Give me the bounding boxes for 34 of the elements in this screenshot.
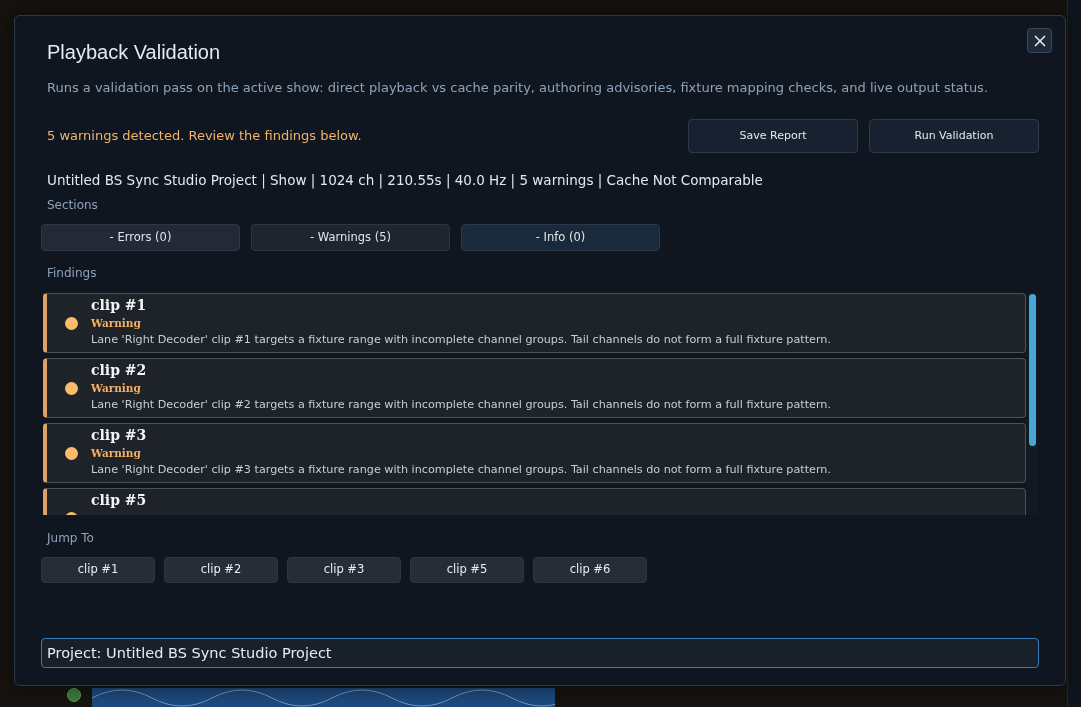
finding-title: clip #1: [91, 296, 148, 314]
finding-message: Lane 'Right Decoder' clip #2 targets a fixture range with incomplete channel groups. Tail channels do not form a full fixture pattern.: [91, 398, 831, 412]
jump-button[interactable]: clip #5: [410, 557, 524, 583]
jump-button[interactable]: clip #1: [41, 557, 155, 583]
action-button[interactable]: Run Validation: [869, 119, 1039, 153]
close-button[interactable]: [1027, 28, 1052, 53]
severity-label: Warning: [91, 317, 142, 330]
finding-title: clip #2: [91, 361, 148, 379]
finding-card[interactable]: clip #3 Warning Lane 'Right Decoder' clip #3 targets a fixture range with incomplete channel groups. Tail channels do not form a full fixture pattern.: [43, 423, 1026, 483]
jump-button[interactable]: clip #2: [164, 557, 278, 583]
status-message: 5 warnings detected. Review the findings below.: [46, 127, 362, 145]
section-label: Sections: [46, 197, 99, 213]
jump-button[interactable]: clip #6: [533, 557, 647, 583]
finding-card[interactable]: clip #2 Warning Lane 'Right Decoder' clip #2 targets a fixture range with incomplete channel groups. Tail channels do not form a full fixture pattern.: [43, 358, 1026, 418]
scrollbar-thumb[interactable]: [1028, 294, 1036, 446]
finding-message: Lane 'Right Decoder' clip #1 targets a fixture range with incomplete channel groups. Tail channels do not form a full fixture pattern.: [91, 333, 831, 347]
finding-title: clip #5: [91, 491, 147, 509]
section-label: Jump To: [45, 530, 95, 546]
dialog-title: Playback Validation: [46, 40, 221, 64]
dialog-description: Runs a validation pass on the active show: direct playback vs cache parity, authoring advisories, fixture mapping checks, and live output status.: [46, 79, 990, 97]
report-text-area[interactable]: Project: Untitled BS Sync Studio Project: [41, 638, 1039, 668]
jump-button[interactable]: clip #3: [287, 557, 401, 583]
finding-title: clip #3: [91, 426, 148, 444]
finding-card[interactable]: clip #1 Warning Lane 'Right Decoder' clip #1 targets a fixture range with incomplete channel groups. Tail channels do not form a full fixture pattern.: [43, 293, 1026, 353]
section-toggle[interactable]: - Warnings (5): [251, 224, 450, 251]
section-toggle[interactable]: - Info (0): [461, 224, 660, 251]
severity-label: Warning: [91, 382, 142, 395]
action-button[interactable]: Save Report: [688, 119, 858, 153]
summary-line: Untitled BS Sync Studio Project | Show | 1024 ch | 210.55s | 40.0 Hz | 5 warnings | Cache Not Comparable: [46, 171, 764, 189]
finding-card[interactable]: clip #5: [43, 488, 1026, 515]
section-toggle[interactable]: - Errors (0): [41, 224, 240, 251]
section-label: Findings: [46, 265, 98, 281]
finding-message: Lane 'Right Decoder' clip #3 targets a fixture range with incomplete channel groups. Tail channels do not form a full fixture pattern.: [91, 463, 831, 477]
severity-label: Warning: [91, 447, 142, 460]
